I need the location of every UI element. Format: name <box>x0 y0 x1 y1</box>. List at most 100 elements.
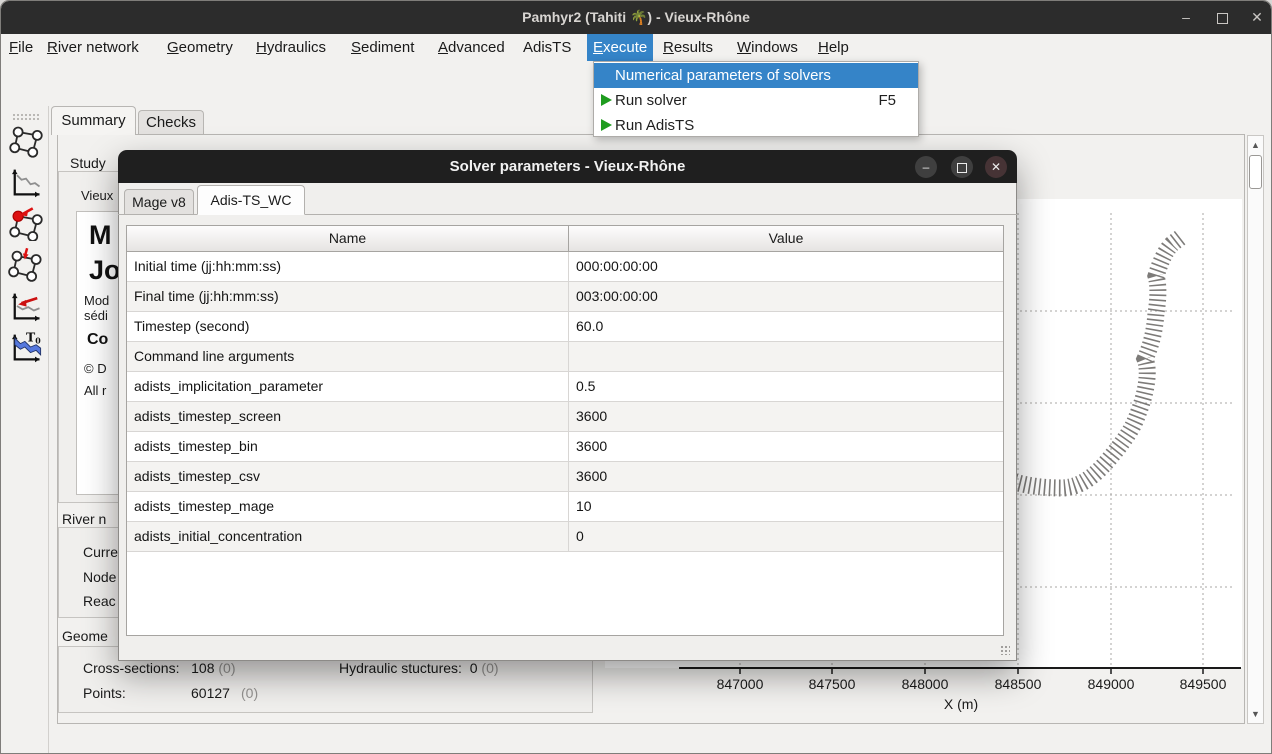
table-row[interactable]: Final time (jj:hh:mm:ss) 003:00:00:00 <box>127 282 1003 312</box>
maximize-icon <box>957 163 967 173</box>
dialog-title: Solver parameters - Vieux-Rhône <box>118 150 1017 183</box>
menu-adists[interactable]: AdisTS <box>517 34 577 61</box>
menu-file[interactable]: File <box>3 34 39 61</box>
profile-tool-button[interactable] <box>8 164 44 200</box>
table-row[interactable]: adists_timestep_bin 3600 <box>127 432 1003 462</box>
tab-checks[interactable]: Checks <box>138 110 204 135</box>
svg-text:T0: T0 <box>26 329 41 345</box>
x-tick-847500: 847500 <box>800 676 864 692</box>
profile-arrow-icon <box>8 288 44 324</box>
river-nodes-row: Node <box>83 569 116 585</box>
slope-tool-button[interactable] <box>8 288 44 324</box>
dialog-titlebar[interactable]: Solver parameters - Vieux-Rhône – ✕ <box>118 150 1017 183</box>
tab-adis-ts-wc[interactable]: Adis-TS_WC <box>197 185 305 215</box>
x-tick-848000: 848000 <box>893 676 957 692</box>
network-node-icon <box>8 205 44 241</box>
initial-conditions-icon: T0 <box>8 329 44 365</box>
minimize-icon: – <box>923 160 930 174</box>
menu-sediment[interactable]: Sediment <box>345 34 420 61</box>
scrollbar-thumb[interactable] <box>1249 155 1262 189</box>
maximize-icon <box>1217 13 1228 24</box>
geometry-group-label: Geome <box>59 628 111 644</box>
study-desc-line2: sédi <box>84 308 108 323</box>
table-row[interactable]: adists_timestep_screen 3600 <box>127 402 1003 432</box>
run-icon <box>601 94 612 106</box>
x-axis-label: X (m) <box>926 696 996 712</box>
cross-sections-stat: Cross-sections: 108 (0) <box>83 660 236 676</box>
menu-bar: File River network Geometry Hydraulics S… <box>1 34 1271 61</box>
vertical-scrollbar[interactable]: ▲ ▼ <box>1247 135 1264 724</box>
profile-chart-icon <box>8 164 44 200</box>
study-name: Vieux <box>81 188 113 203</box>
river-reaches-row: Reac <box>83 593 116 609</box>
table-row[interactable]: Initial time (jj:hh:mm:ss) 000:00:00:00 <box>127 252 1003 282</box>
table-row[interactable]: adists_implicitation_parameter 0.5 <box>127 372 1003 402</box>
initial-conditions-tool-button[interactable]: T0 <box>8 329 44 365</box>
reach-tool-button[interactable] <box>8 246 44 282</box>
x-tick-848500: 848500 <box>986 676 1050 692</box>
shortcut-label: F5 <box>878 88 896 113</box>
study-desc-line1: Mod <box>84 293 109 308</box>
river-network-group-label: River n <box>59 511 109 527</box>
scroll-down-icon[interactable]: ▼ <box>1248 706 1263 722</box>
table-row[interactable]: Command line arguments <box>127 342 1003 372</box>
window-titlebar: Pamhyr2 (Tahiti 🌴) - Vieux-Rhône – ✕ <box>1 1 1271 34</box>
parameters-table: Name Value Initial time (jj:hh:mm:ss) 00… <box>126 225 1004 636</box>
table-row[interactable]: Timestep (second) 60.0 <box>127 312 1003 342</box>
menu-results[interactable]: Results <box>657 34 719 61</box>
table-header: Name Value <box>127 226 1003 252</box>
menu-item-run-adists[interactable]: Run AdisTS <box>594 113 918 138</box>
column-header-name[interactable]: Name <box>127 226 568 252</box>
close-button[interactable]: ✕ <box>1244 1 1270 34</box>
river-network-tool-button[interactable] <box>8 123 44 159</box>
study-title-line1: M <box>89 220 112 251</box>
network-icon <box>8 123 44 159</box>
study-subheading: Co <box>87 331 108 349</box>
maximize-button[interactable] <box>1209 1 1235 34</box>
left-sidebar: T0 <box>1 106 49 754</box>
menu-advanced[interactable]: Advanced <box>432 34 511 61</box>
tab-summary[interactable]: Summary <box>51 106 136 135</box>
table-row[interactable]: adists_initial_concentration 0 <box>127 522 1003 552</box>
x-tick-849500: 849500 <box>1171 676 1235 692</box>
solver-parameters-dialog: Solver parameters - Vieux-Rhône – ✕ Mage… <box>118 150 1017 661</box>
table-row[interactable]: adists_timestep_csv 3600 <box>127 462 1003 492</box>
menu-help[interactable]: Help <box>812 34 855 61</box>
x-tick-847000: 847000 <box>708 676 772 692</box>
node-tool-button[interactable] <box>8 205 44 241</box>
minimize-icon: – <box>1182 9 1190 25</box>
menu-item-run-solver[interactable]: Run solver F5 <box>594 88 918 113</box>
study-group-label: Study <box>67 155 109 171</box>
dialog-resize-grip[interactable] <box>1000 645 1010 655</box>
execute-menu: Numerical parameters of solvers Run solv… <box>593 61 919 137</box>
column-header-value[interactable]: Value <box>569 226 1003 252</box>
close-icon: ✕ <box>991 160 1001 174</box>
run-icon <box>601 119 612 131</box>
minimize-button[interactable]: – <box>1173 1 1199 34</box>
scroll-up-icon[interactable]: ▲ <box>1248 137 1263 153</box>
menu-windows[interactable]: Windows <box>731 34 804 61</box>
tab-mage-v8[interactable]: Mage v8 <box>124 189 194 215</box>
table-row[interactable]: adists_timestep_mage 10 <box>127 492 1003 522</box>
study-copyright: © D <box>84 361 107 376</box>
menu-execute[interactable]: Execute <box>587 34 653 61</box>
window-title: Pamhyr2 (Tahiti 🌴) - Vieux-Rhône <box>1 1 1271 34</box>
dialog-maximize-button[interactable] <box>951 156 973 178</box>
study-rights: All r <box>84 383 106 398</box>
menu-geometry[interactable]: Geometry <box>161 34 239 61</box>
application-window: Pamhyr2 (Tahiti 🌴) - Vieux-Rhône – ✕ Fil… <box>0 0 1272 754</box>
sidebar-grip[interactable] <box>12 113 40 122</box>
river-current-row: Curre <box>83 544 118 560</box>
dialog-close-button[interactable]: ✕ <box>985 156 1007 178</box>
x-tick-849000: 849000 <box>1079 676 1143 692</box>
menu-river-network[interactable]: River network <box>41 34 145 61</box>
close-icon: ✕ <box>1251 9 1263 25</box>
dialog-minimize-button[interactable]: – <box>915 156 937 178</box>
network-reach-icon <box>8 246 44 282</box>
header-divider <box>568 226 569 252</box>
study-title-line2: Jo <box>89 255 121 286</box>
points-stat: Points: 60127 (0) <box>83 685 126 701</box>
menu-item-numerical-parameters[interactable]: Numerical parameters of solvers <box>594 63 918 88</box>
hydraulic-structures-stat: Hydraulic stuctures: 0 (0) <box>339 660 499 676</box>
menu-hydraulics[interactable]: Hydraulics <box>250 34 332 61</box>
